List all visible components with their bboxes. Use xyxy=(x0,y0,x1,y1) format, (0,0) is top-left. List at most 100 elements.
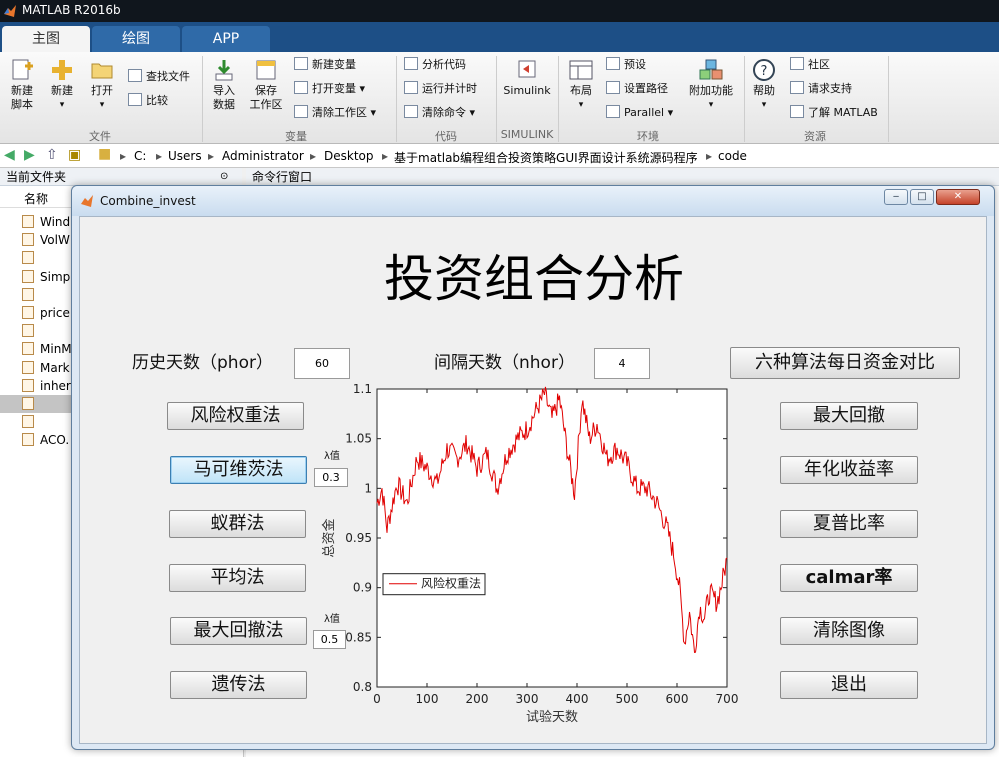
file-name: VolW xyxy=(40,233,70,248)
plus-icon xyxy=(52,60,72,80)
new-variable-button[interactable]: 新建变量 xyxy=(294,56,356,74)
maximize-button[interactable]: □ xyxy=(910,189,934,205)
preferences-label: 预设 xyxy=(624,58,646,71)
figure-body: 投资组合分析 历史天数（phor） 60 间隔天数（nhor） 4 六种算法每日资金对比风… xyxy=(79,216,987,744)
new-button[interactable]: 新建 ▾ xyxy=(44,58,80,112)
request-support-icon xyxy=(790,81,804,94)
file-list-item[interactable]: Selec xyxy=(22,286,72,304)
panel-menu-icon[interactable]: ⊙ xyxy=(220,168,228,186)
tab-apps[interactable]: APP xyxy=(182,26,270,52)
file-list-item[interactable]: Comb xyxy=(22,413,72,431)
browse-icon[interactable]: ▣ xyxy=(68,147,81,163)
find-files-icon xyxy=(128,69,142,82)
help-button[interactable]: ? 帮助 ▾ xyxy=(748,58,780,112)
path-chevron-icon: ▸ xyxy=(310,149,317,163)
file-list-item[interactable]: VolW xyxy=(22,231,72,249)
tab-plots[interactable]: 绘图 xyxy=(92,26,180,52)
path-part[interactable]: Users xyxy=(168,149,202,163)
file-list-item[interactable]: inher xyxy=(22,377,72,395)
forward-icon[interactable]: ▶ xyxy=(24,147,35,163)
current-folder-header: 当前文件夹 ⊙ xyxy=(0,168,242,186)
compare-label: 比较 xyxy=(146,94,168,107)
compare-button[interactable]: 比较 xyxy=(128,92,168,110)
path-part[interactable]: Desktop xyxy=(324,149,374,163)
average-button[interactable]: 平均法 xyxy=(169,564,306,592)
genetic-button[interactable]: 遗传法 xyxy=(170,671,307,699)
run-and-time-button[interactable]: 运行并计时 xyxy=(404,80,477,98)
file-list-item[interactable]: Simp xyxy=(22,268,72,286)
file-list-item[interactable]: Simul xyxy=(22,249,72,267)
save-workspace-button[interactable]: 保存 工作区 xyxy=(246,58,286,112)
clear-plot-button[interactable]: 清除图像 xyxy=(780,617,918,645)
parallel-button[interactable]: Parallel ▾ xyxy=(606,104,673,122)
file-name: Mark xyxy=(40,360,70,375)
clear-workspace-button[interactable]: 清除工作区 ▾ xyxy=(294,104,376,122)
max-drawdown-button[interactable]: 最大回撤 xyxy=(780,402,918,430)
ant-colony-button[interactable]: 蚁群法 xyxy=(169,510,306,538)
open-variable-button[interactable]: 打开变量 ▾ xyxy=(294,80,365,98)
new-dropdown-icon: ▾ xyxy=(59,100,65,110)
max-drawdown-method-button[interactable]: 最大回撤法 xyxy=(170,617,307,645)
y-tick-label: 1.05 xyxy=(345,432,372,446)
risk-weight-button[interactable]: 风险权重法 xyxy=(167,402,304,430)
path-part[interactable]: code xyxy=(718,149,747,163)
open-button[interactable]: 打开 ▾ xyxy=(84,58,120,112)
set-path-label: 设置路径 xyxy=(624,82,668,95)
path-part[interactable]: 基于matlab编程组合投资策略GUI界面设计系统源码程序 xyxy=(394,149,698,166)
analyze-code-button[interactable]: 分析代码 xyxy=(404,56,466,74)
x-axis-label: 试验天数 xyxy=(526,709,578,725)
nhor-input[interactable]: 4 xyxy=(594,348,650,379)
close-button[interactable]: ✕ xyxy=(936,189,980,205)
exit-button[interactable]: 退出 xyxy=(780,671,918,699)
find-files-button[interactable]: 查找文件 xyxy=(128,68,190,86)
layout-dropdown-icon: ▾ xyxy=(578,100,584,110)
set-path-button[interactable]: 设置路径 xyxy=(606,80,668,98)
phor-input[interactable]: 60 xyxy=(294,348,350,379)
annualized-return-button[interactable]: 年化收益率 xyxy=(780,456,918,484)
file-list-item[interactable]: Comb xyxy=(0,395,72,413)
m-file-icon xyxy=(22,287,34,301)
calmar-ratio-button[interactable]: calmar率 xyxy=(780,564,918,592)
tab-home[interactable]: 主图 xyxy=(2,26,90,52)
simulink-button[interactable]: Simulink xyxy=(502,58,552,98)
path-part[interactable]: Administrator xyxy=(222,149,304,163)
separator xyxy=(744,56,745,142)
request-support-button[interactable]: 请求支持 xyxy=(790,80,852,98)
layout-icon xyxy=(569,60,593,80)
file-list-item[interactable]: Wind xyxy=(22,213,72,231)
import-data-label: 导入 数据 xyxy=(213,84,235,111)
file-list-item[interactable]: Mark xyxy=(22,359,72,377)
file-list-item[interactable]: ACO. xyxy=(22,431,72,449)
markowitz-button[interactable]: 马可维茨法 xyxy=(170,456,307,484)
back-icon[interactable]: ◀ xyxy=(4,147,15,163)
sharpe-ratio-button[interactable]: 夏普比率 xyxy=(780,510,918,538)
community-button[interactable]: 社区 xyxy=(790,56,830,74)
learn-matlab-button[interactable]: 了解 MATLAB xyxy=(790,104,878,122)
file-list-item[interactable]: MinM xyxy=(22,340,72,358)
file-list-item[interactable]: Portfo xyxy=(22,322,72,340)
file-list-item[interactable]: price xyxy=(22,304,72,322)
m-file-icon xyxy=(22,433,34,447)
x-tick-label: 700 xyxy=(716,692,739,706)
folder-open-icon xyxy=(91,63,113,79)
clear-commands-label: 清除命令 xyxy=(422,106,466,119)
add-ons-button[interactable]: 附加功能 ▾ xyxy=(686,58,736,112)
preferences-button[interactable]: 预设 xyxy=(606,56,646,74)
help-label: 帮助 xyxy=(753,84,775,97)
x-tick-label: 300 xyxy=(516,692,539,706)
title-bar: MATLAB R2016b xyxy=(0,0,999,22)
clear-commands-button[interactable]: 清除命令 ▾ xyxy=(404,104,475,122)
new-label: 新建 xyxy=(51,84,73,97)
y-tick-label: 0.85 xyxy=(345,630,372,644)
up-folder-icon[interactable]: ⇧ xyxy=(46,147,58,163)
analyze-code-label: 分析代码 xyxy=(422,58,466,71)
new-script-button[interactable]: 新建 脚本 xyxy=(4,58,40,112)
path-drive[interactable]: C: xyxy=(134,149,146,163)
column-name-header[interactable]: 名称 xyxy=(24,190,48,207)
import-data-button[interactable]: 导入 数据 xyxy=(206,58,242,112)
chart: 0 100 200 300 400 500 600 700 0.8 0.85 0.9 0.95 1 1.0… xyxy=(321,382,739,725)
minimize-button[interactable]: ‒ xyxy=(884,189,908,205)
layout-button[interactable]: 布局 ▾ xyxy=(564,58,598,112)
group-file-label: 文件 xyxy=(89,130,111,143)
compare-algorithms-button[interactable]: 六种算法每日资金对比 xyxy=(730,347,960,379)
